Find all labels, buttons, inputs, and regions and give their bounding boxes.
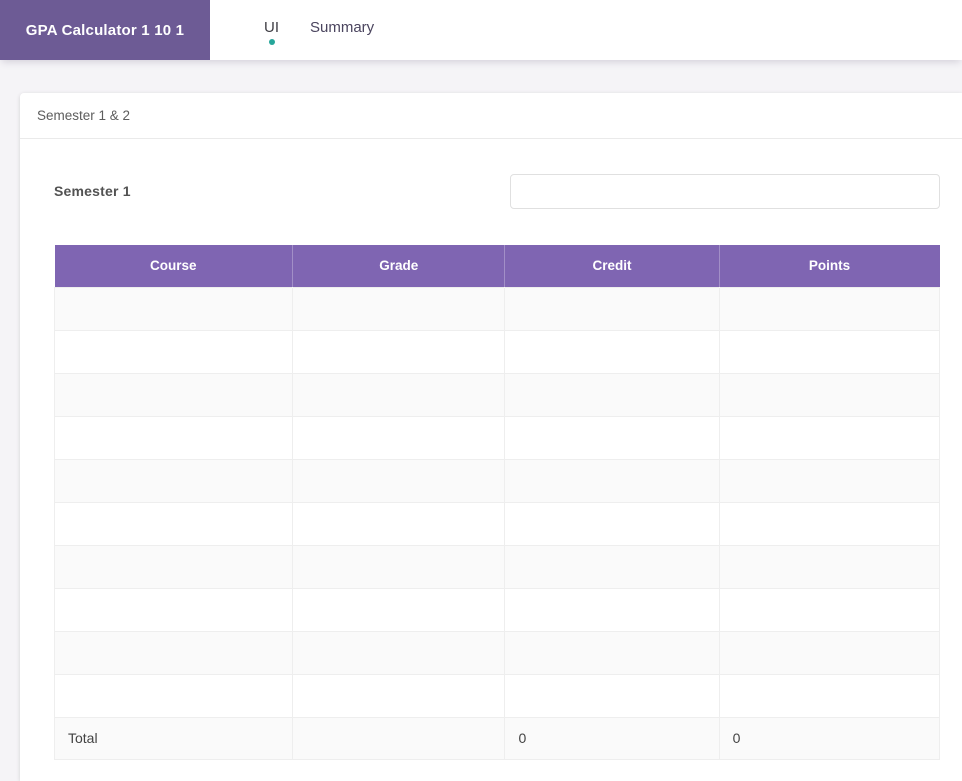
active-tab-indicator-dot (268, 39, 275, 45)
app-bar: GPA Calculator 1 10 1 UI Summary (0, 0, 962, 60)
total-grade (292, 716, 506, 760)
points-cell[interactable] (718, 372, 941, 417)
column-header-credit: Credit (504, 245, 720, 287)
table-row (53, 372, 941, 417)
credit-cell[interactable] (504, 630, 720, 675)
total-row: Total 0 0 (53, 716, 941, 760)
credit-cell[interactable] (504, 286, 720, 331)
points-cell[interactable] (718, 544, 941, 589)
grade-cell[interactable] (292, 630, 506, 675)
column-header-course: Course (54, 245, 294, 287)
course-cell[interactable] (53, 673, 294, 718)
credit-cell[interactable] (504, 458, 720, 503)
points-cell[interactable] (718, 415, 941, 460)
points-cell[interactable] (718, 286, 941, 331)
grade-cell[interactable] (292, 544, 506, 589)
semester-name-input[interactable] (510, 173, 940, 209)
credit-cell[interactable] (504, 501, 720, 546)
points-cell[interactable] (718, 673, 941, 718)
credit-cell[interactable] (504, 415, 720, 460)
card-content: Semester 1 Course Grade Credit Points To… (20, 139, 962, 760)
grade-cell[interactable] (292, 501, 506, 546)
gpa-table: Course Grade Credit Points Total 0 0 (53, 245, 941, 760)
table-row (53, 329, 941, 374)
course-cell[interactable] (53, 501, 294, 546)
total-points: 0 (718, 716, 941, 760)
points-cell[interactable] (718, 329, 941, 374)
credit-cell[interactable] (504, 587, 720, 632)
app-title: GPA Calculator 1 10 1 (0, 0, 210, 60)
total-label: Total (53, 716, 294, 760)
card-title: Semester 1 & 2 (20, 93, 962, 139)
course-cell[interactable] (53, 286, 294, 331)
tab-summary-label: Summary (310, 19, 375, 36)
grade-cell[interactable] (292, 372, 506, 417)
course-cell[interactable] (53, 415, 294, 460)
column-header-grade: Grade (292, 245, 506, 287)
total-credit: 0 (504, 716, 720, 760)
grade-cell[interactable] (292, 415, 506, 460)
grade-cell[interactable] (292, 329, 506, 374)
points-cell[interactable] (718, 630, 941, 675)
table-header-row: Course Grade Credit Points (54, 245, 940, 287)
points-cell[interactable] (718, 587, 941, 632)
credit-cell[interactable] (504, 372, 720, 417)
semester-card: Semester 1 & 2 Semester 1 Course Grade C… (20, 93, 962, 781)
table-row (53, 673, 941, 718)
table-row (53, 544, 941, 589)
table-row (53, 415, 941, 460)
grade-cell[interactable] (292, 458, 506, 503)
semester-label: Semester 1 (54, 183, 131, 199)
tab-bar: UI Summary (263, 0, 374, 60)
tab-ui-label: UI (264, 19, 279, 36)
table-row (53, 458, 941, 503)
points-cell[interactable] (718, 458, 941, 503)
points-cell[interactable] (718, 501, 941, 546)
grade-cell[interactable] (292, 673, 506, 718)
table-row (53, 501, 941, 546)
grade-cell[interactable] (292, 286, 506, 331)
tab-summary[interactable]: Summary (310, 19, 374, 50)
credit-cell[interactable] (504, 673, 720, 718)
tab-ui[interactable]: UI (263, 19, 280, 50)
table-row (53, 587, 941, 632)
course-cell[interactable] (53, 329, 294, 374)
course-cell[interactable] (53, 630, 294, 675)
table-row (53, 630, 941, 675)
table-row (53, 286, 941, 331)
course-cell[interactable] (53, 587, 294, 632)
column-header-points: Points (719, 245, 940, 287)
course-cell[interactable] (53, 458, 294, 503)
course-cell[interactable] (53, 372, 294, 417)
credit-cell[interactable] (504, 544, 720, 589)
semester-row: Semester 1 (54, 173, 940, 209)
credit-cell[interactable] (504, 329, 720, 374)
grade-cell[interactable] (292, 587, 506, 632)
course-cell[interactable] (53, 544, 294, 589)
